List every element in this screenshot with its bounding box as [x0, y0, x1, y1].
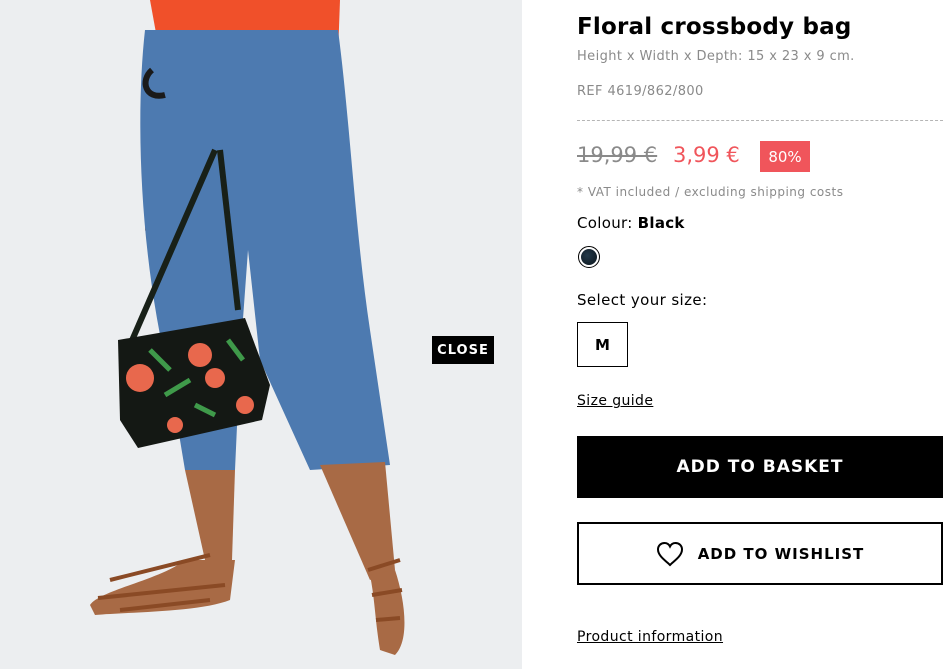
original-price: 19,99 €: [577, 143, 658, 167]
add-to-basket-button[interactable]: ADD TO BASKET: [577, 436, 943, 498]
wishlist-label: ADD TO WISHLIST: [697, 544, 865, 563]
colour-label: Colour: Black: [577, 214, 685, 232]
discount-badge: 80%: [760, 141, 810, 172]
size-label: Select your size:: [577, 291, 708, 309]
product-image: [0, 0, 522, 669]
close-button[interactable]: CLOSE: [432, 336, 494, 364]
add-to-wishlist-button[interactable]: ADD TO WISHLIST: [577, 522, 943, 585]
colour-swatch-black[interactable]: [578, 246, 600, 268]
heart-icon: [656, 541, 684, 567]
size-guide-link[interactable]: Size guide: [577, 393, 653, 409]
size-option-m[interactable]: M: [577, 322, 628, 367]
product-dimensions: Height x Width x Depth: 15 x 23 x 9 cm.: [577, 49, 855, 64]
swatch-fill: [581, 249, 597, 265]
product-information-link[interactable]: Product information: [577, 629, 723, 645]
vat-note: * VAT included / excluding shipping cost…: [577, 185, 844, 199]
divider: [577, 120, 943, 121]
colour-value: Black: [637, 214, 685, 232]
sale-price: 3,99 €: [673, 143, 740, 167]
colour-label-text: Colour:: [577, 214, 633, 232]
product-details-panel: Floral crossbody bag Height x Width x De…: [577, 0, 943, 669]
product-title: Floral crossbody bag: [577, 14, 852, 40]
product-reference: REF 4619/862/800: [577, 84, 704, 99]
